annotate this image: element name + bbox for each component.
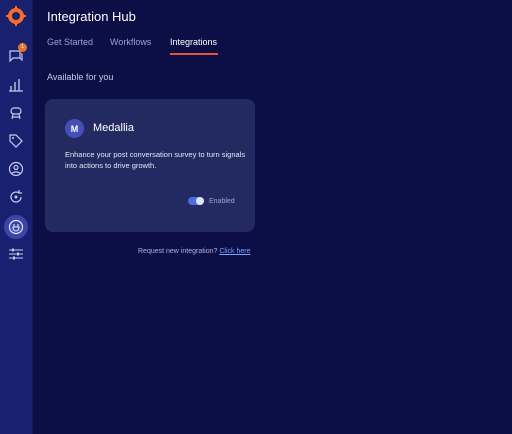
sidebar: 1 xyxy=(0,0,32,434)
sliders-icon[interactable] xyxy=(5,243,27,265)
integration-description: Enhance your post conversation survey to… xyxy=(65,150,246,170)
bar-chart-icon[interactable] xyxy=(5,74,27,96)
integration-title: Medallia xyxy=(93,122,134,134)
user-circle-icon[interactable] xyxy=(5,158,27,180)
page-title: Integration Hub xyxy=(47,9,136,24)
app-root: 1 Integration Hub Get Started Workflows … xyxy=(0,0,512,434)
plug-icon[interactable] xyxy=(4,215,28,239)
request-text: Request new integration? xyxy=(138,248,218,255)
enabled-toggle-group: Enabled xyxy=(188,196,235,206)
active-tab-indicator xyxy=(170,53,218,55)
toggle-knob xyxy=(196,197,204,205)
sidebar-divider xyxy=(32,0,33,434)
request-link[interactable]: Click here xyxy=(219,248,250,255)
medallia-logo-icon: M xyxy=(65,119,84,138)
tab-get-started[interactable]: Get Started xyxy=(47,37,93,47)
enabled-toggle[interactable] xyxy=(188,197,204,205)
tag-icon[interactable] xyxy=(5,130,27,152)
integration-card-medallia[interactable]: M Medallia Enhance your post conversatio… xyxy=(45,99,255,232)
brand-logo-icon[interactable] xyxy=(6,6,26,26)
robot-icon[interactable] xyxy=(5,102,27,124)
request-integration: Request new integration? Click here xyxy=(138,248,250,255)
section-heading: Available for you xyxy=(47,72,114,82)
cycle-icon[interactable] xyxy=(5,186,27,208)
tab-workflows[interactable]: Workflows xyxy=(110,37,151,47)
notification-badge: 1 xyxy=(18,43,27,52)
tab-integrations[interactable]: Integrations xyxy=(170,37,217,47)
toggle-label: Enabled xyxy=(209,197,235,205)
